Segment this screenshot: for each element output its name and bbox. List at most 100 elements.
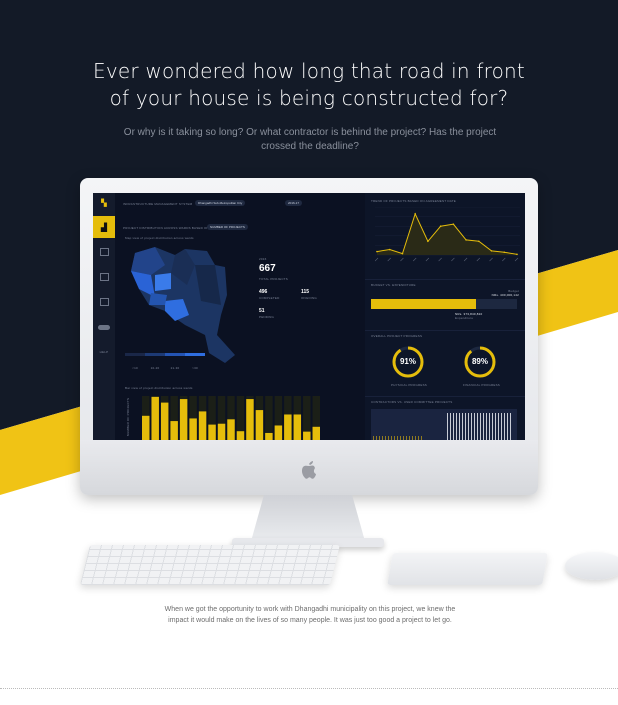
- trend-point: [503, 251, 506, 254]
- imac-mockup: ▚ ▟ HELP INFRASTRUCTURE MANAGEMENT SYSTE…: [80, 178, 538, 495]
- x-tick: [387, 257, 391, 262]
- year-select[interactable]: 2016-17: [285, 200, 303, 206]
- x-tick: [514, 257, 519, 262]
- completed-label: COMPLETED: [259, 296, 280, 300]
- trend-point: [452, 223, 455, 225]
- trend-area: [377, 213, 517, 255]
- pending-value: 51: [259, 308, 265, 314]
- x-tick: [438, 257, 442, 262]
- x-tick: [463, 257, 468, 262]
- x-tick: [451, 257, 455, 262]
- right-panel: TREND OF PROJECTS BASED ON AGREEMENT DAT…: [365, 193, 525, 440]
- trend-point: [376, 250, 378, 253]
- logo: ▚: [101, 200, 107, 207]
- bar: [274, 425, 283, 440]
- apple-logo-icon: [301, 461, 316, 479]
- trend-title: TREND OF PROJECTS BASED ON AGREEMENT DAT…: [371, 199, 456, 203]
- pending-label: PENDING: [259, 315, 275, 319]
- bar: [142, 415, 150, 440]
- mail-icon: [99, 298, 109, 306]
- projects-icon: [99, 248, 109, 256]
- bar: [160, 402, 169, 440]
- ongoing-label: ONGOING: [301, 296, 317, 300]
- trackpad: [387, 553, 548, 585]
- budget-value: NRs. 400,000,142: [491, 293, 519, 297]
- sidebar-item-report[interactable]: [93, 266, 115, 288]
- x-tick: [476, 257, 481, 262]
- expenditure-label: Expenditure: [455, 316, 474, 320]
- dashboard-screen: ▚ ▟ HELP INFRASTRUCTURE MANAGEMENT SYSTE…: [93, 193, 525, 440]
- trend-point: [401, 252, 404, 255]
- toggle[interactable]: [93, 316, 115, 338]
- mouse: [565, 552, 618, 580]
- app-title: INFRASTRUCTURE MANAGEMENT SYSTEM: [123, 202, 193, 206]
- bar: [217, 423, 226, 440]
- trend-line-chart: [375, 207, 520, 262]
- x-tick: [375, 257, 379, 262]
- hero-subtitle: Or why is it taking so long? Or what con…: [123, 127, 497, 152]
- stats-year: 2016: [259, 257, 267, 261]
- bar: [151, 396, 159, 440]
- ward-map: [131, 247, 235, 363]
- bar: [236, 431, 245, 440]
- ward-bar-chart: [142, 396, 320, 440]
- contractor-title: CONTRACTORS VS. USER COMMITTEE PROJECTS: [371, 400, 453, 404]
- completed-value: 496: [259, 289, 268, 295]
- trend-point: [465, 239, 467, 241]
- bar: [208, 424, 216, 440]
- physical-label: PHYSICAL PROGRESS: [391, 383, 427, 387]
- bar: [284, 414, 292, 440]
- trend-point: [388, 248, 391, 251]
- trend-point: [516, 253, 518, 256]
- trend-point: [490, 250, 493, 252]
- map-filter-select[interactable]: NUMBER OF PROJECTS: [207, 224, 248, 230]
- map-title: PROJECT DISTRIBUTION ACROSS WARDS BASED …: [123, 226, 209, 230]
- expenditure-fill: [371, 299, 477, 309]
- bar: [293, 414, 302, 440]
- bar-title: Bar view of project distribution across …: [125, 386, 193, 390]
- x-tick: [425, 257, 430, 262]
- bar: [265, 432, 273, 440]
- x-tick: [502, 257, 506, 262]
- hero-title: Ever wondered how long that road in fron…: [93, 59, 525, 110]
- map-note: Map view of project distribution across …: [125, 236, 194, 240]
- chart-icon: ▟: [100, 222, 108, 232]
- divider: [0, 688, 618, 689]
- trend-point: [427, 240, 429, 243]
- keyboard: [80, 545, 340, 585]
- bar: [227, 419, 235, 440]
- progress-title: OVERALL PROJECT PROGRESS: [371, 334, 423, 338]
- bar: [189, 418, 197, 440]
- physical-progress-ring: 91%: [391, 345, 425, 379]
- trend-point: [478, 240, 480, 243]
- map-legend: <10 10-20 21-30 >30: [125, 353, 205, 374]
- sidebar-item-dashboard[interactable]: ▟: [93, 216, 115, 238]
- bar: [179, 399, 188, 440]
- contractor-chart: [371, 409, 517, 440]
- ongoing-value: 115: [301, 289, 310, 295]
- imac-chin: [80, 440, 538, 495]
- bar: [312, 426, 320, 440]
- sidebar-item-projects[interactable]: [93, 241, 115, 263]
- budget-bar: [371, 299, 517, 309]
- financial-label: FINANCIAL PROGRESS: [463, 383, 500, 387]
- bar: [198, 411, 207, 440]
- sidebar-item-help[interactable]: HELP: [93, 341, 115, 363]
- body-text: When we got the opportunity to work with…: [164, 606, 456, 624]
- bar: [246, 399, 254, 440]
- budget-title: BUDGET VS. EXPENDITURE: [371, 283, 416, 287]
- trend-point: [414, 213, 416, 215]
- bar: [170, 421, 178, 440]
- sidebar: ▚ ▟ HELP: [93, 193, 115, 440]
- total-projects-value: 667: [259, 263, 276, 274]
- sidebar-item-contact[interactable]: [93, 291, 115, 313]
- bar-ylabel: NUMBER OF PROJECTS: [126, 397, 131, 437]
- x-tick: [412, 257, 417, 262]
- municipality-select[interactable]: Dhangadhi Sub-Metropolitan City: [195, 200, 246, 206]
- bar: [303, 431, 311, 440]
- financial-progress-ring: 89%: [463, 345, 497, 379]
- total-projects-label: TOTAL PROJECTS: [259, 277, 288, 281]
- report-icon: [99, 273, 109, 281]
- trend-point: [439, 225, 442, 227]
- x-tick: [489, 257, 493, 262]
